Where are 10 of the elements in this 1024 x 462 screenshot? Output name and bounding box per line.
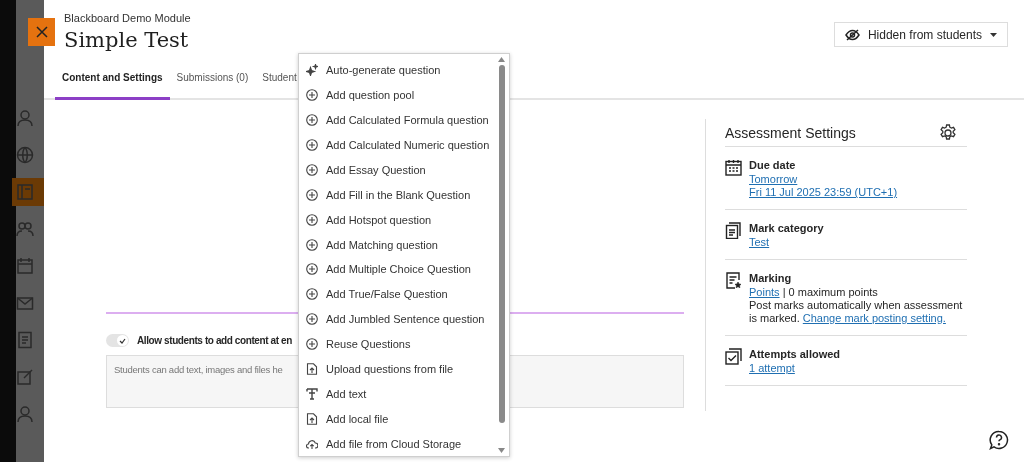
setting-label: Due date [749,159,797,172]
setting-label: Attempts allowed [749,348,842,361]
setting-label: Mark category [749,222,825,235]
setting-label: Marking [749,272,793,285]
page-title: Simple Test [64,28,190,52]
setting-text: Post marks automatically when assessment is marked. Change mark posting setting. [749,299,964,325]
settings-title: Assessment Settings [725,125,856,141]
setting-text: Points | 0 maximum points [749,286,879,299]
module-name: Blackboard Demo Module [64,12,191,24]
toggle-label: Allow students to add content at en [137,335,292,346]
